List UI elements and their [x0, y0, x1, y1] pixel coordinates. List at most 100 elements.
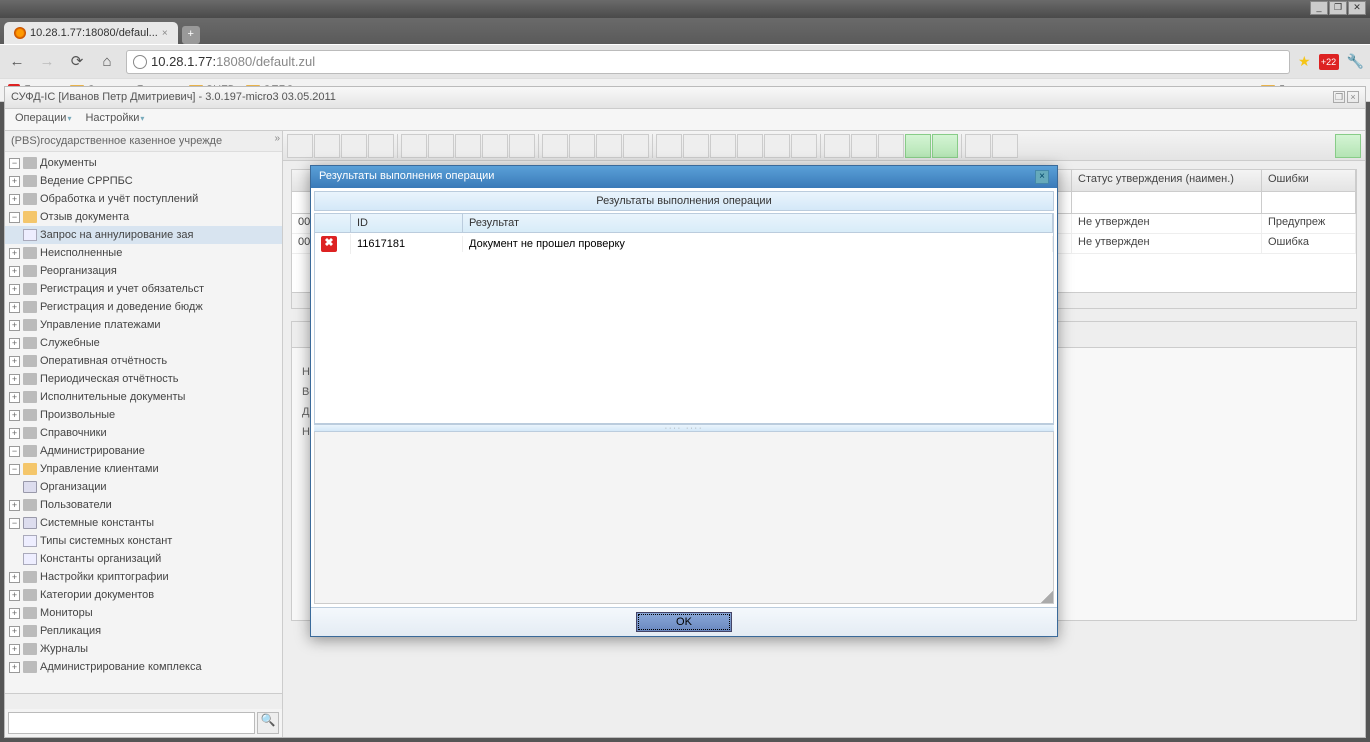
- sidebar-hscrollbar[interactable]: [5, 693, 282, 709]
- modal-close-button[interactable]: ×: [1035, 170, 1049, 184]
- app-close-button[interactable]: ×: [1347, 91, 1359, 103]
- toolbar-button[interactable]: [401, 134, 427, 158]
- toolbar-button[interactable]: [455, 134, 481, 158]
- tree-node-unfulfilled[interactable]: +Неисполненные: [5, 244, 282, 262]
- sidebar-expand-icon[interactable]: »: [274, 133, 280, 144]
- toolbar-button[interactable]: [965, 134, 991, 158]
- grid-filter-cell[interactable]: [1262, 192, 1356, 213]
- toolbar-button[interactable]: [737, 134, 763, 158]
- reload-button[interactable]: ⟳: [66, 51, 88, 73]
- grid-header-status[interactable]: Статус утверждения (наимен.): [1072, 170, 1262, 191]
- toolbar-button[interactable]: [368, 134, 394, 158]
- tree-node-reg-oblig[interactable]: +Регистрация и учет обязательст: [5, 280, 282, 298]
- tree-node-journals[interactable]: +Журналы: [5, 640, 282, 658]
- browser-tab[interactable]: 10.28.1.77:18080/defaul... ×: [4, 22, 178, 44]
- resize-handle-icon[interactable]: [1041, 591, 1053, 603]
- book-icon: [23, 175, 37, 187]
- tree-node-crypto[interactable]: +Настройки криптографии: [5, 568, 282, 586]
- toolbar-button[interactable]: [287, 134, 313, 158]
- settings-wrench-icon[interactable]: 🔧: [1347, 53, 1364, 70]
- modal-titlebar[interactable]: Результаты выполнения операции ×: [311, 166, 1057, 188]
- tree-node-admin[interactable]: −Администрирование: [5, 442, 282, 460]
- tree-node-complex-admin[interactable]: +Администрирование комплекса: [5, 658, 282, 676]
- tree-node-recall[interactable]: −Отзыв документа: [5, 208, 282, 226]
- modal-col-id[interactable]: ID: [351, 214, 463, 232]
- back-button[interactable]: ←: [6, 51, 28, 73]
- forward-button[interactable]: →: [36, 51, 58, 73]
- modal-result-row[interactable]: ✖ 11617181 Документ не прошел проверку: [315, 233, 1053, 255]
- toolbar-button[interactable]: [905, 134, 931, 158]
- book-icon: [23, 607, 37, 619]
- tree-node-service[interactable]: +Служебные: [5, 334, 282, 352]
- bookmark-star-icon[interactable]: ★: [1298, 53, 1311, 70]
- tree-node-doc-cat[interactable]: +Категории документов: [5, 586, 282, 604]
- new-tab-button[interactable]: +: [182, 26, 200, 44]
- tree-node-custom[interactable]: +Произвольные: [5, 406, 282, 424]
- toolbar-refresh-button[interactable]: [992, 134, 1018, 158]
- os-maximize-button[interactable]: ❐: [1329, 1, 1347, 15]
- toolbar-button[interactable]: [482, 134, 508, 158]
- tree-node-srrpbs[interactable]: +Ведение СРРПБС: [5, 172, 282, 190]
- toolbar-button[interactable]: [542, 134, 568, 158]
- toolbar-button[interactable]: [878, 134, 904, 158]
- toolbar-button[interactable]: [683, 134, 709, 158]
- sidebar-search-input[interactable]: [8, 712, 255, 734]
- grid-checkbox-header[interactable]: [292, 170, 312, 191]
- tree-node-client-mgmt[interactable]: −Управление клиентами: [5, 460, 282, 478]
- toolbar-button[interactable]: [932, 134, 958, 158]
- tree-node-sys-const[interactable]: −Системные константы: [5, 514, 282, 532]
- tree-node-cancel-request[interactable]: Запрос на аннулирование зая: [5, 226, 282, 244]
- grid-filter-cell[interactable]: [1072, 192, 1262, 213]
- tree-node-users[interactable]: +Пользователи: [5, 496, 282, 514]
- toolbar-button[interactable]: [851, 134, 877, 158]
- toolbar-button[interactable]: [656, 134, 682, 158]
- os-minimize-button[interactable]: _: [1310, 1, 1328, 15]
- modal-ok-button[interactable]: OK: [636, 612, 732, 632]
- app-maximize-button[interactable]: ❐: [1333, 91, 1345, 103]
- tree-node-exec-docs[interactable]: +Исполнительные документы: [5, 388, 282, 406]
- tree-node-refs[interactable]: +Справочники: [5, 424, 282, 442]
- tree-node-reorg[interactable]: +Реорганизация: [5, 262, 282, 280]
- toolbar-button[interactable]: [623, 134, 649, 158]
- modal-col-icon[interactable]: [315, 214, 351, 232]
- tree-node-documents[interactable]: −Документы: [5, 154, 282, 172]
- url-path: /default.zul: [252, 54, 315, 69]
- toolbar-button[interactable]: [764, 134, 790, 158]
- toolbar-button[interactable]: [791, 134, 817, 158]
- grid-header-errors[interactable]: Ошибки: [1262, 170, 1356, 191]
- nav-tree[interactable]: −Документы +Ведение СРРПБС +Обработка и …: [5, 152, 282, 693]
- os-close-button[interactable]: ✕: [1348, 1, 1366, 15]
- tree-node-processing[interactable]: +Обработка и учёт поступлений: [5, 190, 282, 208]
- tree-node-oper-rep[interactable]: +Оперативная отчётность: [5, 352, 282, 370]
- toolbar-button[interactable]: [596, 134, 622, 158]
- toolbar-button[interactable]: [1335, 134, 1361, 158]
- toolbar-button[interactable]: [428, 134, 454, 158]
- url-field[interactable]: 10.28.1.77:18080/default.zul: [126, 50, 1290, 74]
- toolbar-button[interactable]: [314, 134, 340, 158]
- sidebar-search-button[interactable]: 🔍: [257, 712, 279, 734]
- tree-node-reg-budget[interactable]: +Регистрация и доведение бюдж: [5, 298, 282, 316]
- tree-node-const-types[interactable]: Типы системных констант: [5, 532, 282, 550]
- tree-node-org-const[interactable]: Константы организаций: [5, 550, 282, 568]
- tree-node-monitors[interactable]: +Мониторы: [5, 604, 282, 622]
- tree-node-orgs[interactable]: Организации: [5, 478, 282, 496]
- toolbar-button[interactable]: [824, 134, 850, 158]
- grid-filter-cell[interactable]: [292, 192, 312, 213]
- tree-node-pay-mgmt[interactable]: +Управление платежами: [5, 316, 282, 334]
- modal-col-result[interactable]: Результат: [463, 214, 1053, 232]
- modal-splitter[interactable]: ···· ····: [314, 424, 1054, 432]
- tree-node-replication[interactable]: +Репликация: [5, 622, 282, 640]
- toolbar-button[interactable]: [569, 134, 595, 158]
- book-icon: [23, 319, 37, 331]
- home-button[interactable]: ⌂: [96, 51, 118, 73]
- tab-close-icon[interactable]: ×: [162, 28, 168, 39]
- toolbar-button[interactable]: [341, 134, 367, 158]
- sidebar: (PBS)государственное казенное учрежде » …: [5, 131, 283, 737]
- tree-node-period-rep[interactable]: +Периодическая отчётность: [5, 370, 282, 388]
- toolbar-button[interactable]: [509, 134, 535, 158]
- extension-badge[interactable]: +22: [1319, 54, 1339, 70]
- toolbar-button[interactable]: [710, 134, 736, 158]
- toolbar-separator: [652, 134, 653, 158]
- menu-settings[interactable]: Настройки: [85, 112, 144, 127]
- menu-operations[interactable]: Операции: [15, 112, 71, 127]
